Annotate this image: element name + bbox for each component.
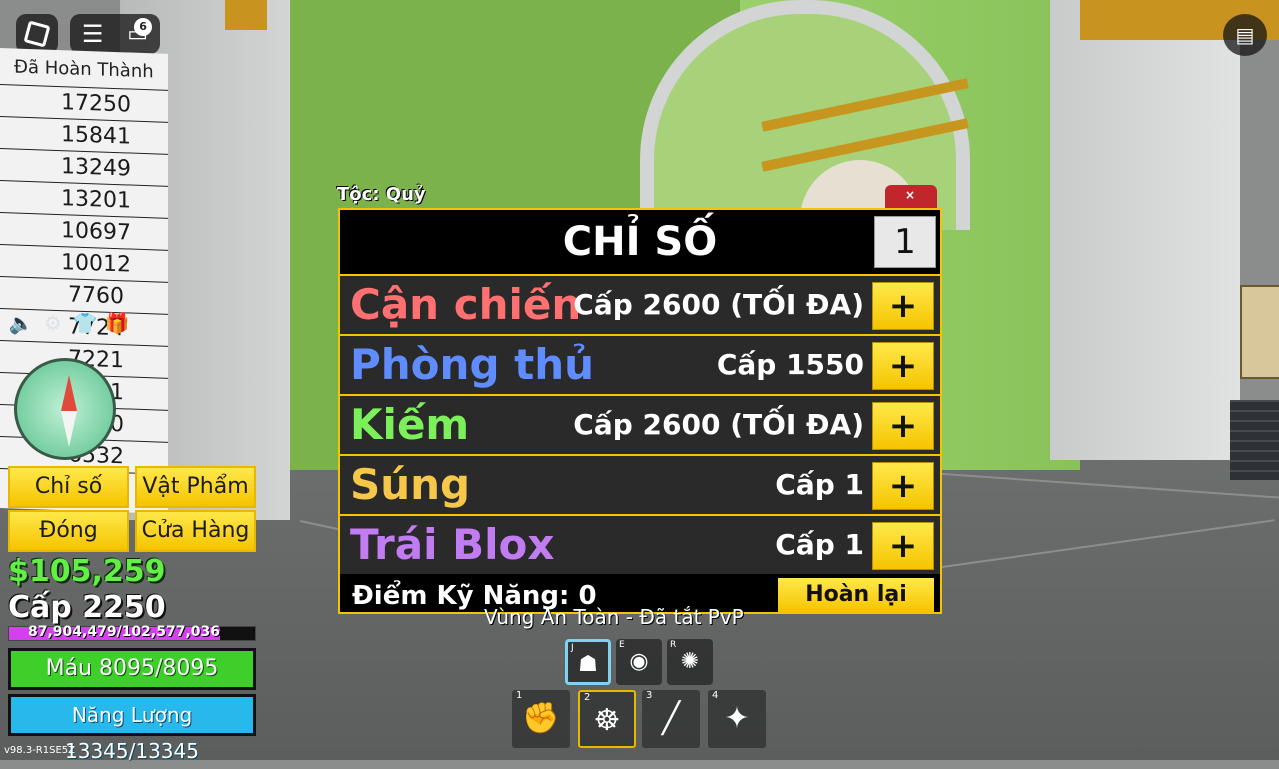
- compass-south-needle: [61, 411, 77, 447]
- hotbar-slot[interactable]: 4 ✦: [708, 690, 766, 748]
- stats-panel-title: CHỈ SỐ: [562, 219, 718, 265]
- close-icon: ×: [905, 188, 916, 202]
- gun-icon: ✦: [724, 701, 750, 736]
- stone-pillar: [1050, 0, 1240, 460]
- stat-row: Súng Cấp 1 +: [340, 456, 940, 516]
- speaker-icon[interactable]: 🔈: [8, 310, 34, 336]
- compass: [14, 358, 116, 460]
- stat-level: Cấp 1: [775, 468, 864, 501]
- skill-slot[interactable]: E ◉: [616, 639, 662, 685]
- stat-name: Kiếm: [350, 400, 470, 449]
- skill-key: R: [670, 640, 677, 650]
- stat-row: Phòng thủ Cấp 1550 +: [340, 336, 940, 396]
- hotbar-key: 2: [584, 692, 591, 703]
- shadow-icon: ☗: [578, 652, 598, 677]
- compass-north-needle: [61, 375, 77, 411]
- skill-slot[interactable]: J ☗: [565, 639, 611, 685]
- swirl-icon: ✺: [680, 649, 700, 674]
- shirt-icon[interactable]: 👕: [72, 310, 98, 336]
- close-button[interactable]: Đóng: [8, 510, 129, 552]
- gift-icon[interactable]: 🎁: [104, 310, 130, 336]
- hotbar-slot[interactable]: 2 ☸: [578, 690, 636, 748]
- add-stat-button[interactable]: +: [872, 522, 934, 570]
- fist-icon: ✊: [522, 701, 560, 736]
- capture-icon: ▤: [1235, 23, 1255, 47]
- chat-badge: 6: [134, 17, 153, 36]
- add-stat-button[interactable]: +: [872, 282, 934, 330]
- sword-icon: ╱: [661, 701, 681, 736]
- gear-icon[interactable]: ⚙: [40, 310, 66, 336]
- skill-slot[interactable]: R ✺: [667, 639, 713, 685]
- buddha-icon: ☸: [593, 703, 621, 738]
- hotbar-key: 4: [712, 690, 719, 701]
- stats-button[interactable]: Chỉ số: [8, 466, 129, 508]
- stat-level: Cấp 2600 (TỐI ĐA): [573, 408, 864, 441]
- add-stat-button[interactable]: +: [872, 462, 934, 510]
- stats-panel: CHỈ SỐ 1 Cận chiến Cấp 2600 (TỐI ĐA) + Phòn…: [338, 208, 942, 614]
- version-label: v98.3-R1SE5Z: [4, 745, 75, 756]
- stat-level: Cấp 1550: [716, 348, 864, 381]
- hotbar-slot[interactable]: 1 ✊: [512, 690, 570, 748]
- hamburger-icon[interactable]: ☰: [82, 20, 104, 48]
- roblox-logo-icon: [23, 20, 51, 48]
- energy-bar: Năng Lượng 13345/13345: [8, 694, 256, 763]
- health-bar: Máu 8095/8095: [8, 648, 256, 690]
- money-label: $105,259: [8, 554, 166, 589]
- top-bar-group: ☰ ▭ 6: [70, 14, 160, 54]
- capture-button[interactable]: ▤: [1223, 14, 1267, 56]
- skill-key: J: [571, 643, 574, 653]
- add-stat-button[interactable]: +: [872, 402, 934, 450]
- xp-text: 87,904,479/102,577,036: [28, 624, 220, 640]
- stat-level: Cấp 1: [775, 528, 864, 561]
- reset-stats-button[interactable]: Hoàn lại: [778, 578, 934, 612]
- hotbar-key: 1: [516, 690, 523, 701]
- wanted-poster: [1240, 285, 1279, 379]
- chat-icon[interactable]: ▭ 6: [127, 17, 153, 47]
- stat-name: Cận chiến: [350, 280, 582, 329]
- zone-label: Vùng An Toàn - Đã tắt PvP: [484, 605, 744, 629]
- stat-name: Súng: [350, 460, 471, 509]
- stat-row: Trái Blox Cấp 1 +: [340, 516, 940, 576]
- items-button[interactable]: Vật Phẩm: [135, 466, 256, 508]
- level-label: Cấp 2250: [8, 590, 166, 625]
- shop-button[interactable]: Cửa Hàng: [135, 510, 256, 552]
- eye-icon: ◉: [629, 649, 649, 674]
- stat-amount-input[interactable]: 1: [874, 216, 936, 268]
- stat-name: Phòng thủ: [350, 340, 595, 389]
- brick-wall: [1230, 400, 1279, 480]
- stat-row: Cận chiến Cấp 2600 (TỐI ĐA) +: [340, 276, 940, 336]
- stat-level: Cấp 2600 (TỐI ĐA): [573, 288, 864, 321]
- hotbar-slot[interactable]: 3 ╱: [642, 690, 700, 748]
- stats-panel-header: CHỈ SỐ 1: [340, 210, 940, 276]
- settings-icons: 🔈 ⚙ 👕 🎁: [8, 310, 130, 336]
- hotbar-key: 3: [646, 690, 653, 701]
- stat-name: Trái Blox: [350, 520, 555, 569]
- race-label: Tộc: Quỷ: [337, 184, 426, 205]
- leaderboard-header: Đã Hoàn Thành: [14, 56, 154, 83]
- skill-key: E: [619, 640, 625, 650]
- stat-row: Kiếm Cấp 2600 (TỐI ĐA) +: [340, 396, 940, 456]
- add-stat-button[interactable]: +: [872, 342, 934, 390]
- gold-trim: [225, 0, 267, 30]
